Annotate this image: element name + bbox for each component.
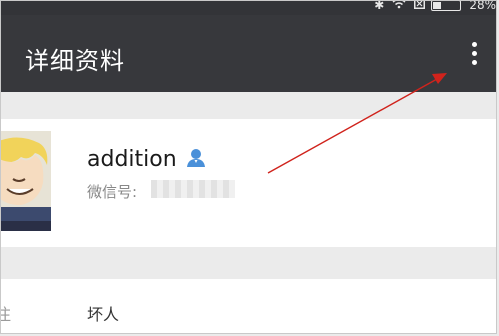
- person-icon: [185, 147, 207, 169]
- battery-level-fill: [433, 1, 442, 9]
- more-vertical-icon: [471, 41, 477, 47]
- profile-card[interactable]: addition 微信号:: [1, 119, 496, 247]
- bluetooth-icon: ✱: [374, 0, 385, 12]
- nickname: addition: [87, 147, 177, 172]
- section-divider: [1, 247, 496, 279]
- app-window: ✱ 28% 详细资料 addition 微信号: 坏人: [0, 0, 497, 334]
- title-bar: 详细资料: [1, 15, 496, 92]
- remark-value: 坏人: [87, 305, 120, 324]
- more-options-button[interactable]: [459, 31, 489, 75]
- remark-label: 注: [1, 301, 11, 325]
- remark-row[interactable]: 注 坏人: [1, 279, 496, 333]
- page-title: 详细资料: [25, 47, 125, 75]
- wifi-icon: [392, 1, 406, 12]
- wechat-id-value-blurred: [151, 180, 235, 198]
- battery-percent: 28%: [469, 0, 496, 12]
- status-icons: ✱ 28%: [366, 0, 496, 12]
- wechat-id-label: 微信号:: [87, 183, 138, 201]
- status-bar: ✱ 28%: [1, 0, 496, 15]
- avatar[interactable]: [1, 131, 51, 231]
- battery-icon: [431, 1, 462, 11]
- sim-icon: [414, 1, 426, 12]
